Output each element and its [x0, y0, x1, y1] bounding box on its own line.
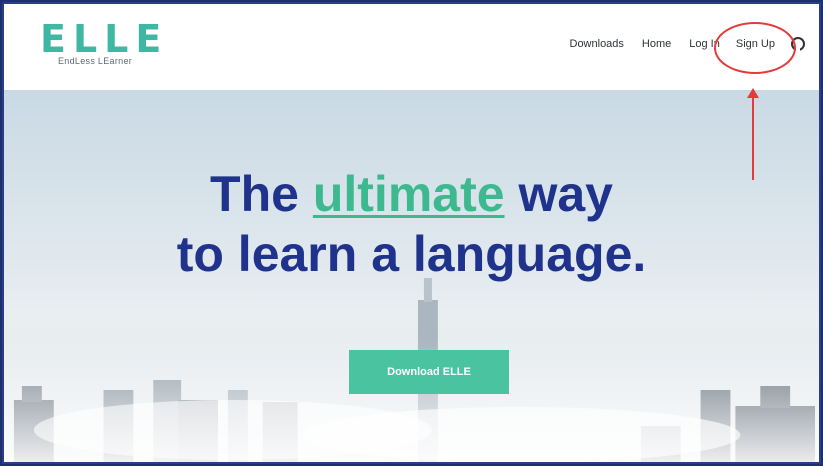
nav-link-home[interactable]: Home	[642, 38, 671, 50]
annotation-circle	[714, 22, 796, 74]
elle-logo[interactable]: ELLE EndLess LEarner	[40, 20, 180, 70]
hero-title: The ultimate way to learn a language.	[4, 164, 819, 284]
browser-frame: ELLE EndLess LEarner Downloads Home Log …	[2, 2, 821, 464]
hero-title-part2: way	[518, 166, 613, 222]
hero-title-part1: The	[210, 166, 299, 222]
logo-wordmark: ELLE	[40, 17, 169, 61]
hero-title-accent: ultimate	[312, 166, 505, 222]
navbar: ELLE EndLess LEarner Downloads Home Log …	[4, 4, 819, 90]
annotation-arrow	[752, 96, 754, 180]
nav-link-downloads[interactable]: Downloads	[570, 38, 624, 50]
hero-title-line2: to learn a language.	[176, 226, 647, 282]
hero-section: The ultimate way to learn a language. Do…	[4, 90, 819, 462]
download-button[interactable]: Download ELLE	[349, 350, 509, 394]
